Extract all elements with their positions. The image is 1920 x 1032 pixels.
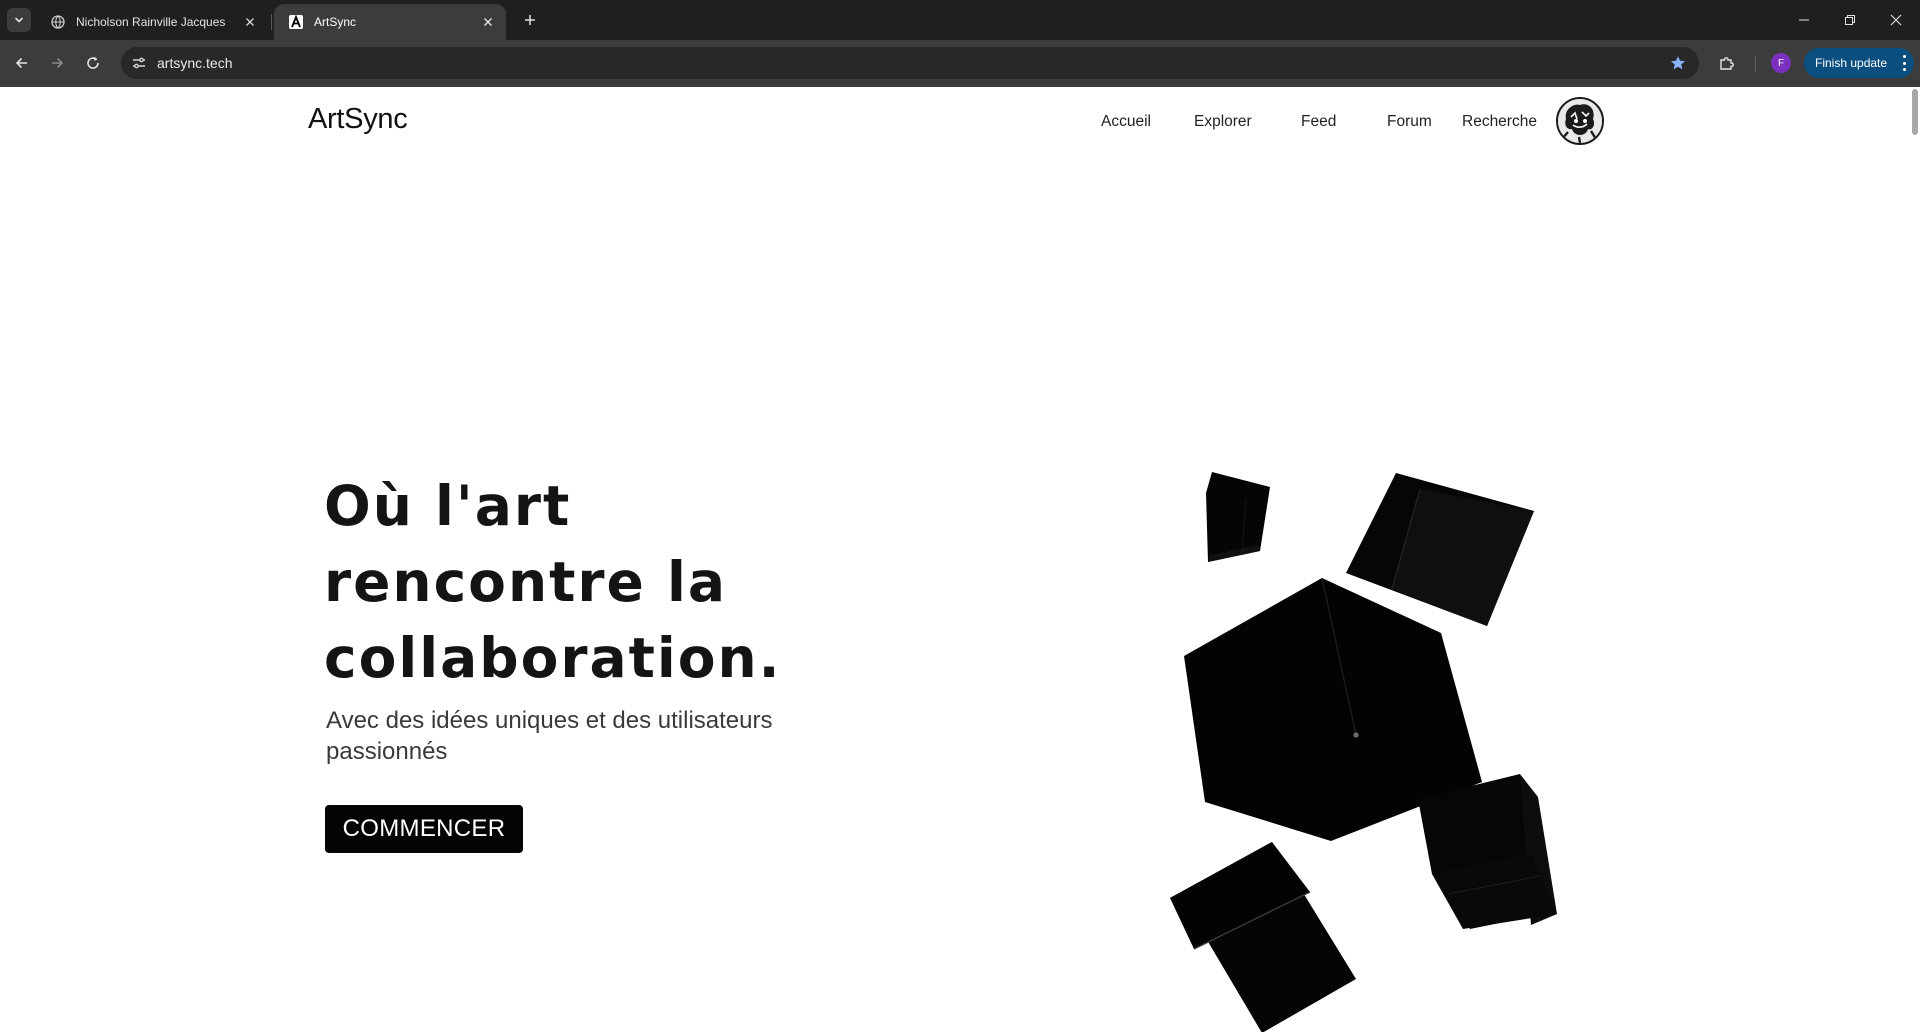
browser-toolbar: artsync.tech F Finish update [0, 40, 1920, 87]
site-logo[interactable]: ArtSync [308, 103, 408, 136]
tab-title: Nicholson Rainville Jacques [76, 15, 226, 29]
finish-update-button[interactable]: Finish update [1804, 48, 1914, 78]
restore-button[interactable] [1827, 0, 1873, 40]
floating-cubes-illustration [1170, 472, 1557, 1032]
close-icon [1890, 14, 1902, 26]
forward-button[interactable] [44, 50, 70, 76]
extensions-puzzle-icon[interactable] [1716, 52, 1738, 74]
hero-title-line: collaboration. [324, 626, 782, 690]
tab-nicholson[interactable]: Nicholson Rainville Jacques [36, 4, 268, 40]
minimize-button[interactable] [1781, 0, 1827, 40]
back-button[interactable] [9, 50, 35, 76]
bookmark-star-icon[interactable] [1667, 52, 1689, 74]
plus-icon [525, 15, 535, 25]
close-window-button[interactable] [1873, 0, 1919, 40]
site-info-icon[interactable] [129, 53, 149, 73]
page-viewport: ArtSync Accueil Explorer Feed Forum Rech… [0, 87, 1920, 1032]
chevron-down-icon [15, 17, 23, 23]
tab-artsync[interactable]: ArtSync [274, 4, 506, 40]
more-vertical-icon [1902, 55, 1906, 71]
finish-update-label: Finish update [1815, 56, 1888, 70]
nav-recherche[interactable]: Recherche [1462, 113, 1537, 131]
arrow-right-icon [52, 57, 64, 69]
artsync-logo-icon [288, 14, 304, 30]
tab-title: ArtSync [314, 15, 357, 29]
reload-button[interactable] [80, 50, 106, 76]
user-avatar[interactable] [1556, 97, 1604, 145]
nav-explorer[interactable]: Explorer [1194, 113, 1252, 131]
tab-divider [271, 14, 272, 30]
hero-title-line: Où l'art [324, 474, 572, 538]
address-bar[interactable]: artsync.tech [121, 47, 1699, 79]
hero-subtitle: Avec des idées uniques et des utilisateu… [326, 707, 773, 765]
hero-title: Où l'art rencontre la collaboration. [324, 468, 924, 696]
cube-bottom-right [1418, 774, 1557, 929]
restore-icon [1845, 15, 1855, 25]
arrow-left-icon [15, 57, 27, 69]
close-icon[interactable] [242, 14, 258, 30]
browser-tabbar: Nicholson Rainville Jacques ArtSync [0, 0, 1920, 40]
cube-bottom-left [1170, 842, 1356, 1032]
minimize-icon [1799, 19, 1809, 21]
hero-title-line: rencontre la [324, 550, 727, 614]
page-scrollbar[interactable] [1912, 89, 1918, 135]
close-icon[interactable] [480, 14, 496, 30]
profile-avatar[interactable]: F [1771, 53, 1791, 73]
new-tab-button[interactable] [518, 8, 542, 32]
globe-icon [50, 14, 66, 30]
url-text[interactable]: artsync.tech [157, 55, 232, 71]
toolbar-divider [1755, 56, 1756, 72]
cube-small-top [1206, 472, 1270, 562]
tab-search-button[interactable] [7, 8, 31, 32]
commencer-button[interactable]: COMMENCER [325, 805, 523, 853]
nav-feed[interactable]: Feed [1301, 113, 1336, 131]
reload-icon [87, 56, 99, 69]
nav-accueil[interactable]: Accueil [1101, 113, 1151, 131]
nav-forum[interactable]: Forum [1387, 113, 1432, 131]
